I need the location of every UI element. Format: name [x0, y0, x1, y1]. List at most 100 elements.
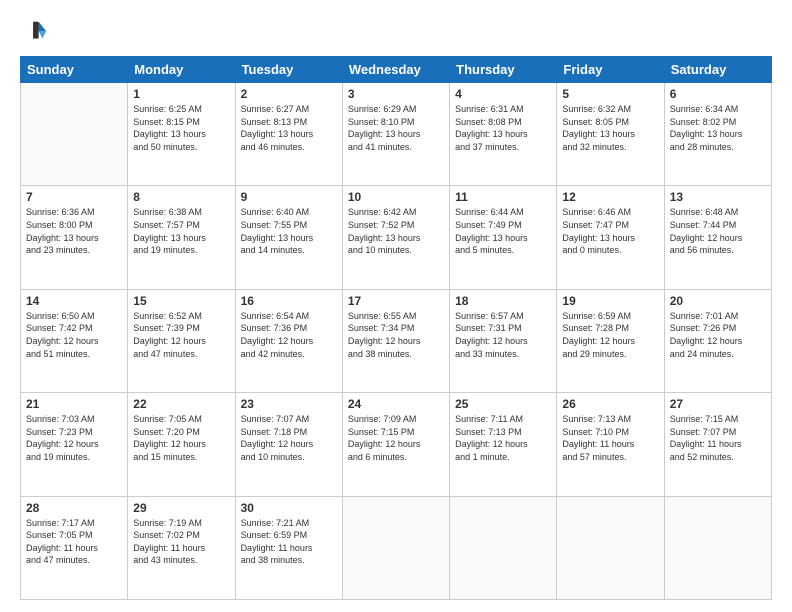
calendar-cell: 25 Sunrise: 7:11 AMSunset: 7:13 PMDayligh…: [450, 393, 557, 496]
day-number: 10: [348, 190, 444, 204]
calendar-cell: 1 Sunrise: 6:25 AMSunset: 8:15 PMDaylight…: [128, 83, 235, 186]
day-info: Sunrise: 7:01 AMSunset: 7:26 PMDaylight:…: [670, 310, 766, 360]
day-number: 7: [26, 190, 122, 204]
day-number: 29: [133, 501, 229, 515]
calendar-cell: 23Sunrise: 7:07 AMSunset: 7:18 PMDayligh…: [235, 393, 342, 496]
calendar-cell: 30Sunrise: 7:21 AMSunset: 6:59 PMDayligh…: [235, 496, 342, 599]
weekday-header-tuesday: Tuesday: [235, 57, 342, 83]
calendar-cell: 12Sunrise: 6:46 AMSunset: 7:47 PMDayligh…: [557, 186, 664, 289]
day-info: Sunrise: 6:54 AMSunset: 7:36 PMDaylight:…: [241, 310, 337, 360]
day-number: 14: [26, 294, 122, 308]
day-info: Sunrise: 6:29 AMSunset: 8:10 PMDaylight:…: [348, 103, 444, 153]
day-info: Sunrise: 6:48 AMSunset: 7:44 PMDaylight:…: [670, 206, 766, 256]
calendar-cell: 28 Sunrise: 7:17 AMSunset: 7:05 PMDayligh…: [21, 496, 128, 599]
calendar-cell: 17 Sunrise: 6:55 AMSunset: 7:34 PMDayligh…: [342, 289, 449, 392]
calendar-cell: 2Sunrise: 6:27 AMSunset: 8:13 PMDaylight…: [235, 83, 342, 186]
day-number: 9: [241, 190, 337, 204]
calendar-cell: 16 Sunrise: 6:54 AMSunset: 7:36 PMDayligh…: [235, 289, 342, 392]
calendar-cell: 5 Sunrise: 6:32 AMSunset: 8:05 PMDaylight…: [557, 83, 664, 186]
day-info: Sunrise: 6:50 AMSunset: 7:42 PMDaylight:…: [26, 310, 122, 360]
calendar-cell: 9 Sunrise: 6:40 AMSunset: 7:55 PMDaylight…: [235, 186, 342, 289]
day-info: Sunrise: 6:57 AMSunset: 7:31 PMDaylight:…: [455, 310, 551, 360]
day-info: Sunrise: 7:13 AMSunset: 7:10 PMDaylight:…: [562, 413, 658, 463]
day-number: 18: [455, 294, 551, 308]
calendar-cell: [21, 83, 128, 186]
day-number: 20: [670, 294, 766, 308]
day-info: Sunrise: 7:21 AMSunset: 6:59 PMDaylight:…: [241, 517, 337, 567]
day-info: Sunrise: 7:03 AMSunset: 7:23 PMDaylight:…: [26, 413, 122, 463]
calendar-week-2: 14 Sunrise: 6:50 AMSunset: 7:42 PMDayligh…: [21, 289, 772, 392]
calendar-cell: 3 Sunrise: 6:29 AMSunset: 8:10 PMDaylight…: [342, 83, 449, 186]
day-number: 25: [455, 397, 551, 411]
day-number: 1: [133, 87, 229, 101]
day-number: 24: [348, 397, 444, 411]
calendar-cell: 19 Sunrise: 6:59 AMSunset: 7:28 PMDayligh…: [557, 289, 664, 392]
calendar-week-4: 28 Sunrise: 7:17 AMSunset: 7:05 PMDayligh…: [21, 496, 772, 599]
day-number: 13: [670, 190, 766, 204]
day-number: 27: [670, 397, 766, 411]
day-number: 15: [133, 294, 229, 308]
calendar-cell: [664, 496, 771, 599]
day-info: Sunrise: 6:27 AMSunset: 8:13 PMDaylight:…: [241, 103, 337, 153]
calendar-cell: 20 Sunrise: 7:01 AMSunset: 7:26 PMDayligh…: [664, 289, 771, 392]
day-number: 5: [562, 87, 658, 101]
day-info: Sunrise: 6:46 AMSunset: 7:47 PMDaylight:…: [562, 206, 658, 256]
calendar-cell: 10Sunrise: 6:42 AMSunset: 7:52 PMDayligh…: [342, 186, 449, 289]
day-info: Sunrise: 7:09 AMSunset: 7:15 PMDaylight:…: [348, 413, 444, 463]
day-info: Sunrise: 7:15 AMSunset: 7:07 PMDaylight:…: [670, 413, 766, 463]
calendar-table: SundayMondayTuesdayWednesdayThursdayFrid…: [20, 56, 772, 600]
day-info: Sunrise: 6:55 AMSunset: 7:34 PMDaylight:…: [348, 310, 444, 360]
calendar-cell: 13 Sunrise: 6:48 AMSunset: 7:44 PMDayligh…: [664, 186, 771, 289]
day-number: 26: [562, 397, 658, 411]
day-number: 23: [241, 397, 337, 411]
calendar-cell: [557, 496, 664, 599]
weekday-header-friday: Friday: [557, 57, 664, 83]
calendar-cell: 15 Sunrise: 6:52 AMSunset: 7:39 PMDayligh…: [128, 289, 235, 392]
page: SundayMondayTuesdayWednesdayThursdayFrid…: [0, 0, 792, 612]
calendar-cell: 7 Sunrise: 6:36 AMSunset: 8:00 PMDaylight…: [21, 186, 128, 289]
day-number: 17: [348, 294, 444, 308]
day-info: Sunrise: 7:19 AMSunset: 7:02 PMDaylight:…: [133, 517, 229, 567]
calendar-cell: 14 Sunrise: 6:50 AMSunset: 7:42 PMDayligh…: [21, 289, 128, 392]
weekday-header-thursday: Thursday: [450, 57, 557, 83]
calendar-cell: 4Sunrise: 6:31 AMSunset: 8:08 PMDaylight…: [450, 83, 557, 186]
calendar-cell: [342, 496, 449, 599]
calendar-week-3: 21Sunrise: 7:03 AMSunset: 7:23 PMDayligh…: [21, 393, 772, 496]
calendar-week-1: 7 Sunrise: 6:36 AMSunset: 8:00 PMDaylight…: [21, 186, 772, 289]
day-number: 8: [133, 190, 229, 204]
weekday-header-wednesday: Wednesday: [342, 57, 449, 83]
day-info: Sunrise: 6:52 AMSunset: 7:39 PMDaylight:…: [133, 310, 229, 360]
day-info: Sunrise: 6:59 AMSunset: 7:28 PMDaylight:…: [562, 310, 658, 360]
calendar-cell: 29 Sunrise: 7:19 AMSunset: 7:02 PMDayligh…: [128, 496, 235, 599]
header: [20, 18, 772, 46]
day-info: Sunrise: 6:40 AMSunset: 7:55 PMDaylight:…: [241, 206, 337, 256]
day-number: 22: [133, 397, 229, 411]
calendar-cell: 27 Sunrise: 7:15 AMSunset: 7:07 PMDayligh…: [664, 393, 771, 496]
day-info: Sunrise: 7:11 AMSunset: 7:13 PMDaylight:…: [455, 413, 551, 463]
day-info: Sunrise: 6:36 AMSunset: 8:00 PMDaylight:…: [26, 206, 122, 256]
weekday-header-row: SundayMondayTuesdayWednesdayThursdayFrid…: [21, 57, 772, 83]
calendar-cell: 24 Sunrise: 7:09 AMSunset: 7:15 PMDayligh…: [342, 393, 449, 496]
day-number: 6: [670, 87, 766, 101]
weekday-header-saturday: Saturday: [664, 57, 771, 83]
day-number: 19: [562, 294, 658, 308]
calendar-cell: [450, 496, 557, 599]
day-info: Sunrise: 7:05 AMSunset: 7:20 PMDaylight:…: [133, 413, 229, 463]
day-info: Sunrise: 6:25 AMSunset: 8:15 PMDaylight:…: [133, 103, 229, 153]
day-info: Sunrise: 6:44 AMSunset: 7:49 PMDaylight:…: [455, 206, 551, 256]
day-info: Sunrise: 6:32 AMSunset: 8:05 PMDaylight:…: [562, 103, 658, 153]
calendar-cell: 26 Sunrise: 7:13 AMSunset: 7:10 PMDayligh…: [557, 393, 664, 496]
day-number: 3: [348, 87, 444, 101]
day-info: Sunrise: 6:38 AMSunset: 7:57 PMDaylight:…: [133, 206, 229, 256]
day-info: Sunrise: 6:34 AMSunset: 8:02 PMDaylight:…: [670, 103, 766, 153]
day-number: 16: [241, 294, 337, 308]
calendar-cell: 21Sunrise: 7:03 AMSunset: 7:23 PMDayligh…: [21, 393, 128, 496]
calendar-cell: 6 Sunrise: 6:34 AMSunset: 8:02 PMDaylight…: [664, 83, 771, 186]
day-number: 4: [455, 87, 551, 101]
calendar-cell: 8 Sunrise: 6:38 AMSunset: 7:57 PMDaylight…: [128, 186, 235, 289]
logo-icon: [20, 18, 48, 46]
day-info: Sunrise: 7:17 AMSunset: 7:05 PMDaylight:…: [26, 517, 122, 567]
logo: [20, 18, 52, 46]
calendar-cell: 18 Sunrise: 6:57 AMSunset: 7:31 PMDayligh…: [450, 289, 557, 392]
day-number: 28: [26, 501, 122, 515]
